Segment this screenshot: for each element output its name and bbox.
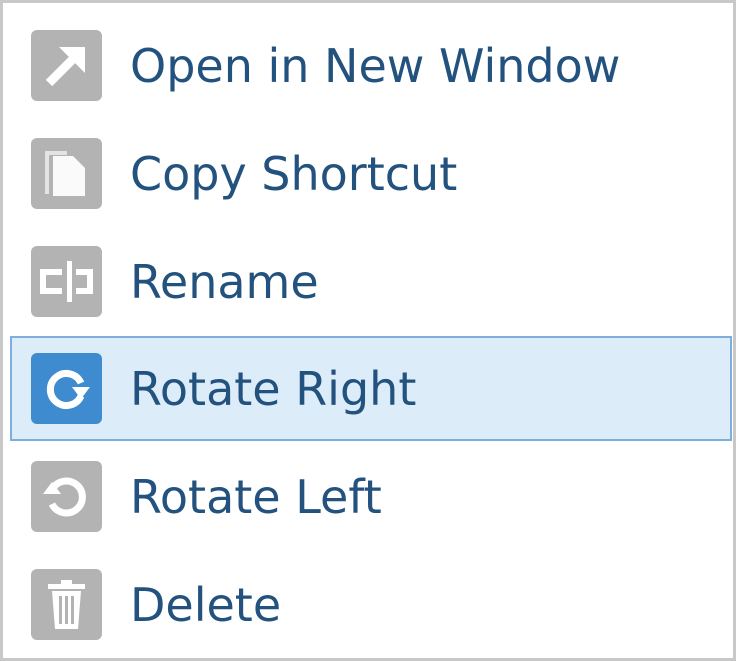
rename-icon	[31, 246, 102, 317]
menu-item-label: Rotate Right	[130, 361, 417, 416]
trash-icon	[31, 569, 102, 640]
menu-item-label: Open in New Window	[130, 38, 621, 93]
menu-item-label: Rename	[130, 254, 319, 309]
menu-item-copy-shortcut[interactable]: Copy Shortcut	[10, 121, 732, 226]
menu-item-label: Rotate Left	[130, 469, 382, 524]
open-new-window-icon	[31, 30, 102, 101]
rotate-right-icon	[31, 353, 102, 424]
menu-item-open-in-new-window[interactable]: Open in New Window	[10, 13, 732, 118]
menu-item-rotate-left[interactable]: Rotate Left	[10, 444, 732, 549]
rotate-left-icon	[31, 461, 102, 532]
copy-icon	[31, 138, 102, 209]
menu-item-rotate-right[interactable]: Rotate Right	[10, 336, 732, 441]
context-menu: Open in New Window Copy Shortcut Rename	[0, 0, 736, 661]
menu-item-label: Delete	[130, 577, 282, 632]
menu-item-delete[interactable]: Delete	[10, 552, 732, 657]
menu-item-rename[interactable]: Rename	[10, 229, 732, 334]
menu-item-label: Copy Shortcut	[130, 146, 458, 201]
